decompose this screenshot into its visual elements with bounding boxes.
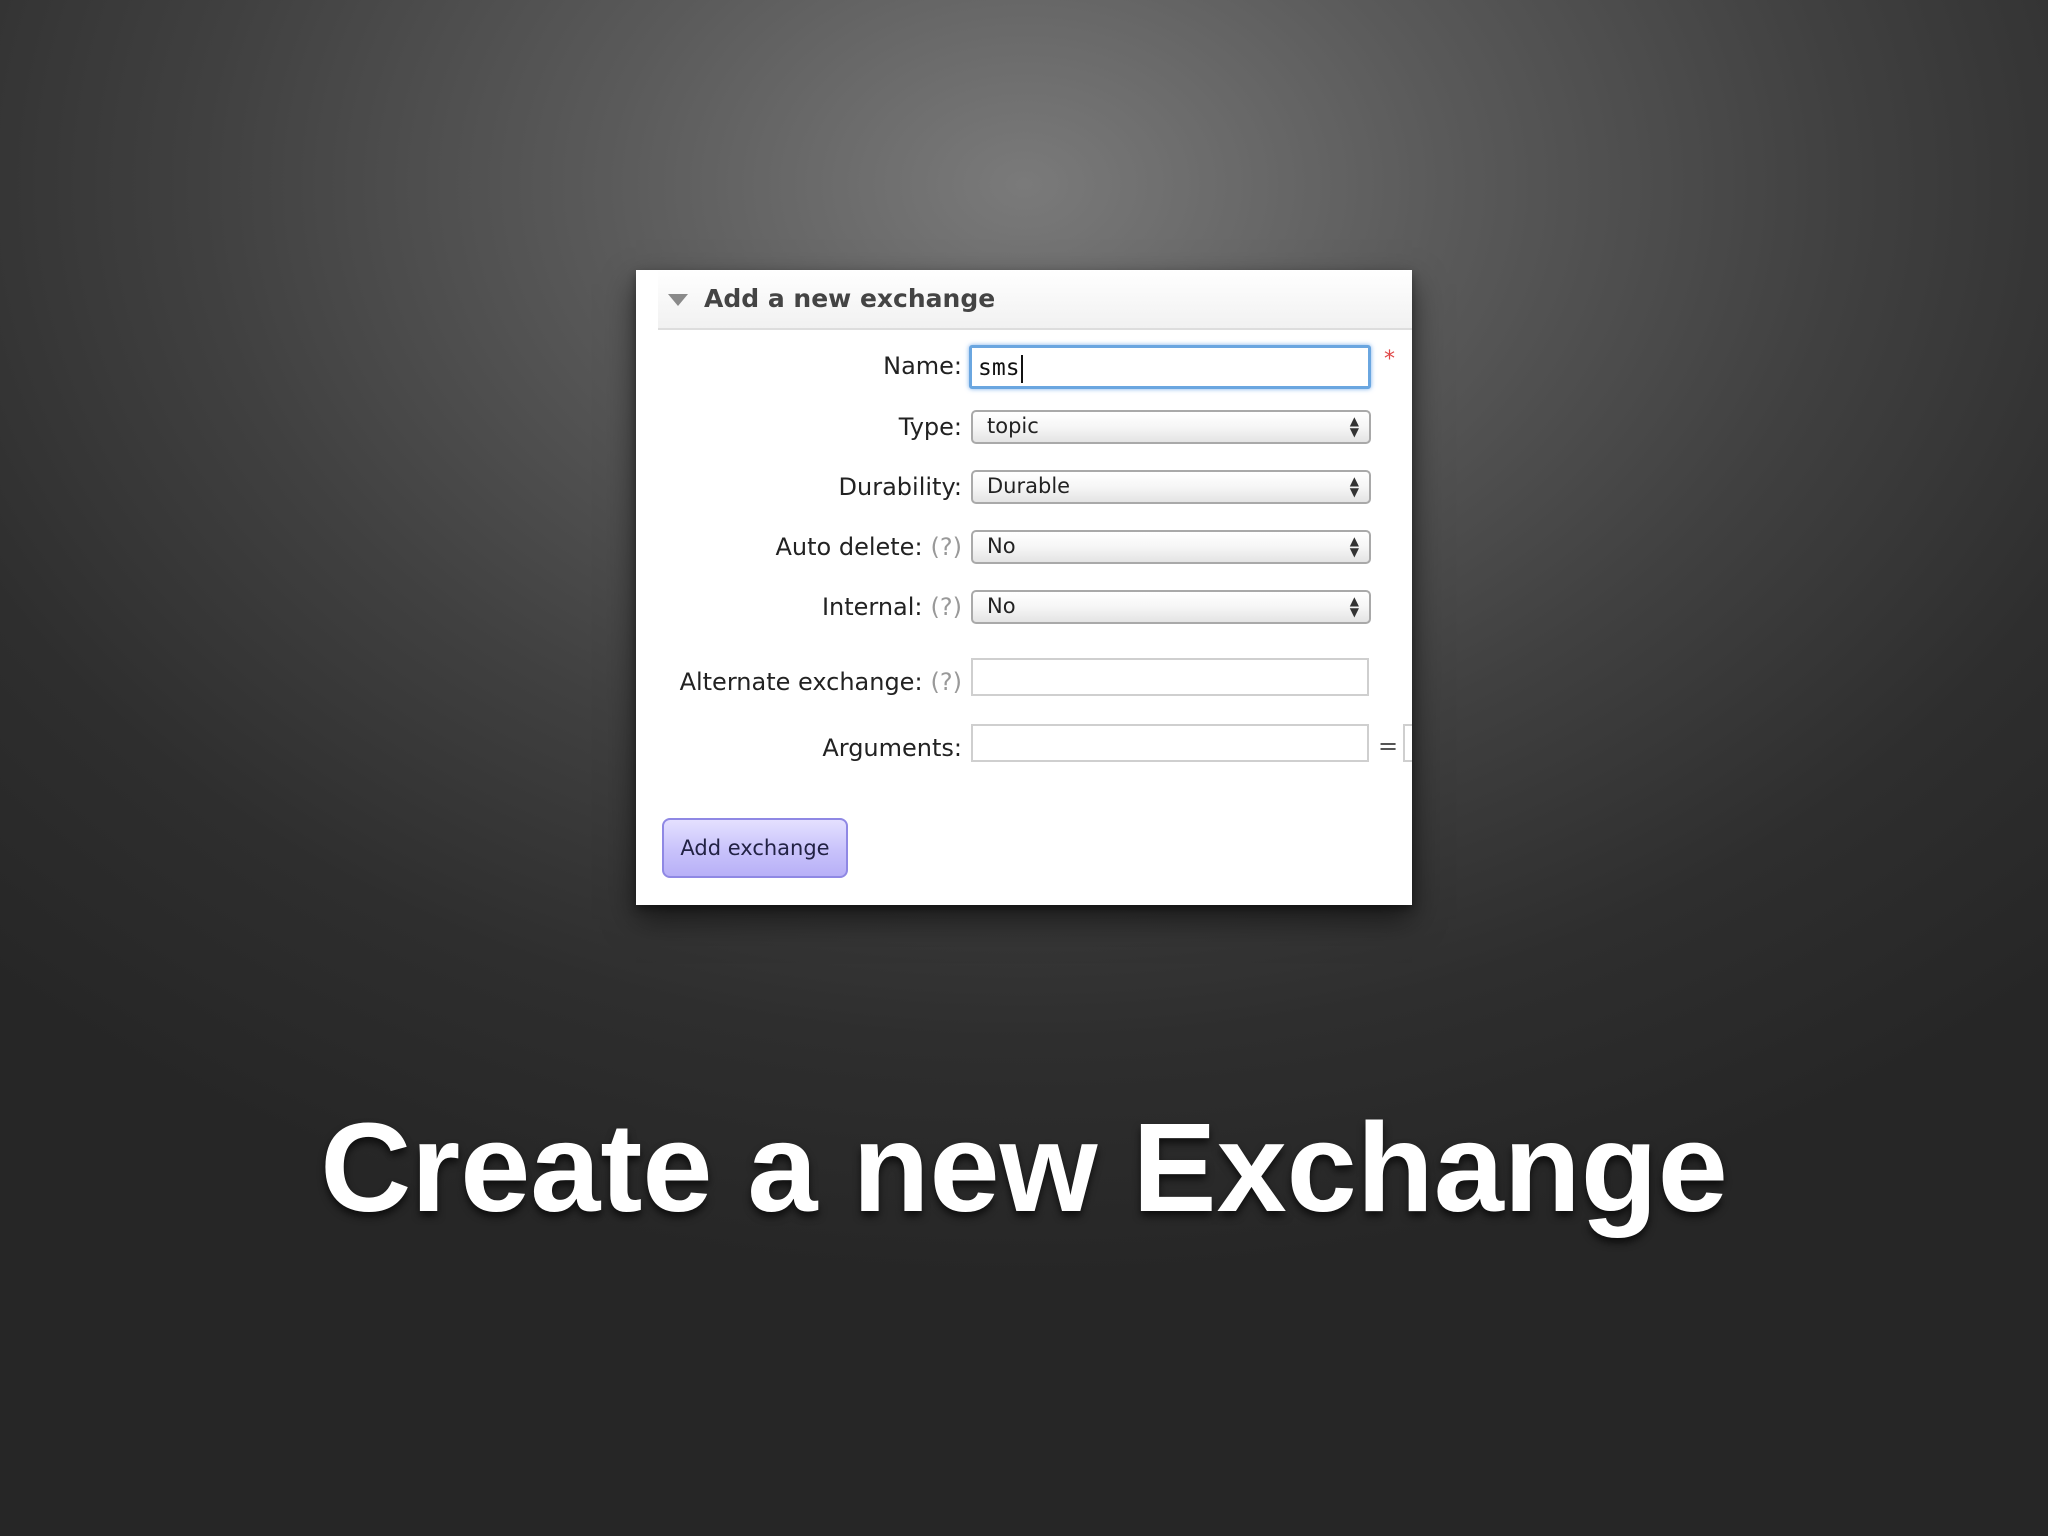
collapse-triangle-icon[interactable] [668,294,688,306]
select-arrows-icon: ▲ ▼ [1349,594,1359,619]
panel-title: Add a new exchange [704,284,996,313]
text-caret [1020,354,1023,383]
name-input[interactable]: sms [969,345,1371,389]
alternate-exchange-label: Alternate exchange: (?) [679,668,962,696]
argument-value-input[interactable] [1403,724,1412,762]
type-select[interactable]: topic ▲ ▼ [971,410,1371,444]
slide-title: Create a new Exchange [320,1097,1728,1238]
equals-sign: = [1378,732,1399,760]
select-arrows-icon: ▲ ▼ [1349,414,1359,439]
alternate-exchange-input[interactable] [971,658,1369,696]
auto-delete-select[interactable]: No ▲ ▼ [971,530,1371,564]
internal-select[interactable]: No ▲ ▼ [971,590,1371,624]
arguments-label: Arguments: [822,734,962,762]
select-arrows-icon: ▲ ▼ [1349,534,1359,559]
panel-header[interactable]: Add a new exchange [658,270,1412,330]
argument-key-input[interactable] [971,724,1369,762]
add-exchange-panel: Add a new exchange Name: sms * Type: top… [636,270,1412,905]
name-label: Name: [883,352,962,380]
add-exchange-button[interactable]: Add exchange [662,818,848,878]
alternate-exchange-help-link[interactable]: (?) [931,668,962,696]
durability-label: Durability: [838,473,962,501]
slide: Add a new exchange Name: sms * Type: top… [0,0,2048,1536]
auto-delete-label: Auto delete: (?) [775,533,962,561]
type-label: Type: [898,413,962,441]
required-asterisk: * [1384,347,1395,372]
select-arrows-icon: ▲ ▼ [1349,474,1359,499]
durability-select[interactable]: Durable ▲ ▼ [971,470,1371,504]
internal-help-link[interactable]: (?) [931,593,962,621]
internal-label: Internal: (?) [821,593,962,621]
auto-delete-help-link[interactable]: (?) [931,533,962,561]
